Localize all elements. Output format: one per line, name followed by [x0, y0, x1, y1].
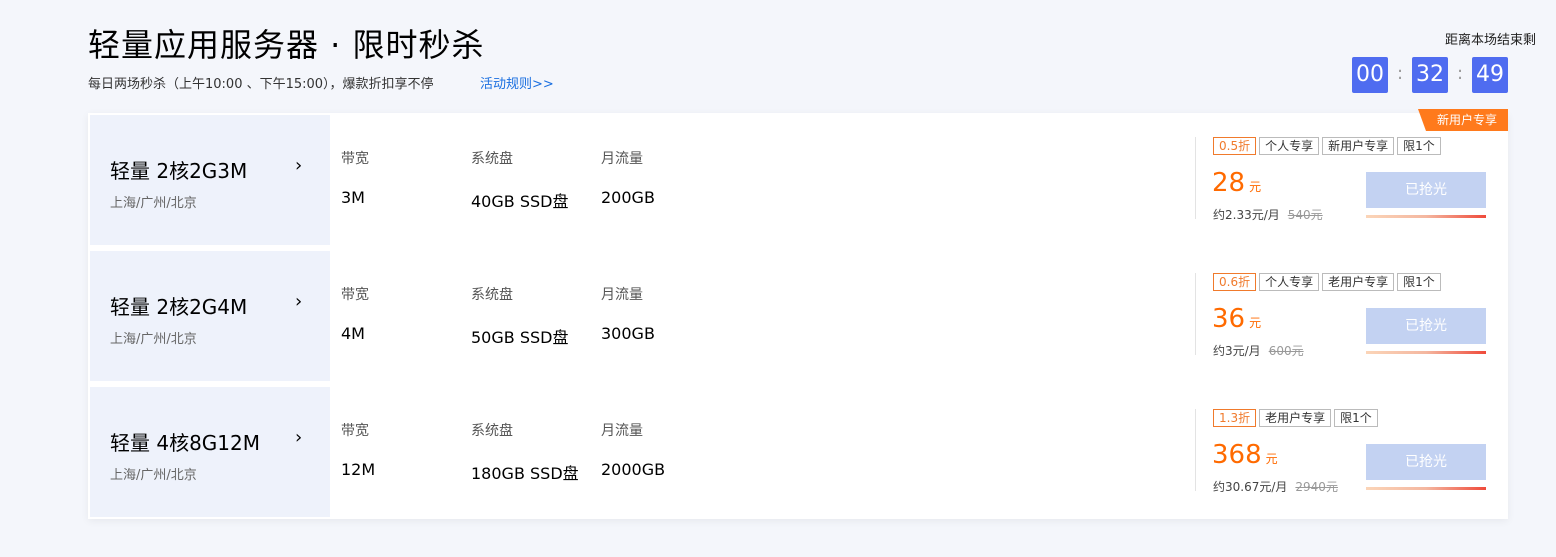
discount-tag: 0.5折 [1213, 137, 1257, 155]
product-name[interactable]: 轻量 2核2G3M [110, 155, 247, 184]
sold-out-button[interactable]: 已抢光 [1366, 444, 1486, 480]
countdown-separator: : [1396, 63, 1404, 84]
discount-tag: 0.6折 [1213, 273, 1257, 291]
spec-label: 系统盘 [471, 423, 513, 439]
tag: 老用户专享 [1259, 409, 1332, 427]
spec-label: 带宽 [341, 151, 369, 167]
price-value: 36 [1212, 304, 1246, 334]
spec-value: 180GB SSD盘 [471, 464, 579, 483]
monthly-price: 约30.67元/月 2940元 [1213, 478, 1338, 495]
sold-progress-bar [1366, 487, 1486, 490]
spec-label: 月流量 [601, 151, 643, 167]
original-price: 2940元 [1295, 480, 1338, 494]
spec-value: 40GB SSD盘 [471, 192, 569, 211]
product-card: 轻量 2核2G3M › 上海/广州/北京 带宽 3M 系统盘 40GB SSD盘… [88, 109, 1508, 245]
divider [1195, 137, 1196, 219]
product-summary[interactable]: 轻量 2核2G4M › 上海/广州/北京 [90, 251, 330, 381]
countdown-seconds: 49 [1472, 57, 1508, 93]
tag-list: 0.6折 个人专享 老用户专享 限1个 [1213, 273, 1444, 293]
price-unit: 元 [1249, 180, 1262, 194]
original-price: 540元 [1287, 208, 1323, 222]
product-name[interactable]: 轻量 4核8G12M [110, 427, 260, 456]
countdown-label: 距离本场结束剩 [1444, 33, 1536, 48]
tag: 个人专享 [1259, 273, 1320, 291]
spec-value: 4M [341, 324, 365, 343]
price-value: 28 [1212, 168, 1246, 198]
product-regions: 上海/广州/北京 [110, 196, 197, 211]
sold-progress-bar [1366, 351, 1486, 354]
product-regions: 上海/广州/北京 [110, 468, 197, 483]
product-name[interactable]: 轻量 2核2G4M [110, 291, 247, 320]
sold-progress-bar [1366, 215, 1486, 218]
countdown-separator: : [1456, 63, 1464, 84]
spec-label: 系统盘 [471, 151, 513, 167]
monthly-price: 约3元/月 600元 [1213, 342, 1304, 359]
countdown-hours: 00 [1352, 57, 1388, 93]
monthly-price-value: 约3元/月 [1213, 344, 1261, 358]
original-price: 600元 [1268, 344, 1304, 358]
tag: 个人专享 [1259, 137, 1320, 155]
spec-value: 300GB [601, 324, 655, 343]
tag: 新用户专享 [1322, 137, 1395, 155]
page-subtitle: 每日两场秒杀（上午10:00 、下午15:00），爆款折扣享不停 [88, 77, 434, 92]
tag: 限1个 [1334, 409, 1378, 427]
spec-label: 带宽 [341, 423, 369, 439]
spec-value: 2000GB [601, 460, 666, 479]
spec-label: 带宽 [341, 287, 369, 303]
product-summary[interactable]: 轻量 4核8G12M › 上海/广州/北京 [90, 387, 330, 517]
tag: 限1个 [1397, 137, 1441, 155]
countdown-timer: 00 : 32 : 49 [1352, 57, 1508, 93]
discount-tag: 1.3折 [1213, 409, 1257, 427]
tag: 老用户专享 [1322, 273, 1395, 291]
spec-label: 系统盘 [471, 287, 513, 303]
price: 36 元 [1212, 304, 1261, 334]
spec-label: 月流量 [601, 423, 643, 439]
spec-label: 月流量 [601, 287, 643, 303]
new-user-ribbon: 新用户专享 [1418, 109, 1508, 131]
monthly-price: 约2.33元/月 540元 [1213, 206, 1323, 223]
divider [1195, 273, 1196, 355]
chevron-right-icon[interactable]: › [295, 155, 302, 176]
chevron-right-icon[interactable]: › [295, 427, 302, 448]
chevron-right-icon[interactable]: › [295, 291, 302, 312]
countdown-minutes: 32 [1412, 57, 1448, 93]
price-unit: 元 [1249, 316, 1262, 330]
price-unit: 元 [1265, 452, 1278, 466]
price: 368 元 [1212, 440, 1278, 470]
page-title: 轻量应用服务器 · 限时秒杀 [88, 26, 485, 64]
product-regions: 上海/广州/北京 [110, 332, 197, 347]
spec-value: 12M [341, 460, 376, 479]
price: 28 元 [1212, 168, 1261, 198]
divider [1195, 409, 1196, 491]
monthly-price-value: 约2.33元/月 [1213, 208, 1280, 222]
tag-list: 1.3折 老用户专享 限1个 [1213, 409, 1381, 429]
tag-list: 0.5折 个人专享 新用户专享 限1个 [1213, 137, 1444, 157]
activity-rules-link[interactable]: 活动规则>> [480, 73, 554, 92]
sold-out-button[interactable]: 已抢光 [1366, 308, 1486, 344]
price-value: 368 [1212, 440, 1262, 470]
product-card: 轻量 4核8G12M › 上海/广州/北京 带宽 12M 系统盘 180GB S… [88, 385, 1508, 517]
monthly-price-value: 约30.67元/月 [1213, 480, 1288, 494]
tag: 限1个 [1397, 273, 1441, 291]
spec-value: 3M [341, 188, 365, 207]
product-list: 轻量 2核2G3M › 上海/广州/北京 带宽 3M 系统盘 40GB SSD盘… [88, 109, 1508, 519]
product-card: 轻量 2核2G4M › 上海/广州/北京 带宽 4M 系统盘 50GB SSD盘… [88, 249, 1508, 381]
spec-value: 200GB [601, 188, 655, 207]
product-summary[interactable]: 轻量 2核2G3M › 上海/广州/北京 [90, 115, 330, 245]
sold-out-button[interactable]: 已抢光 [1366, 172, 1486, 208]
spec-value: 50GB SSD盘 [471, 328, 569, 347]
